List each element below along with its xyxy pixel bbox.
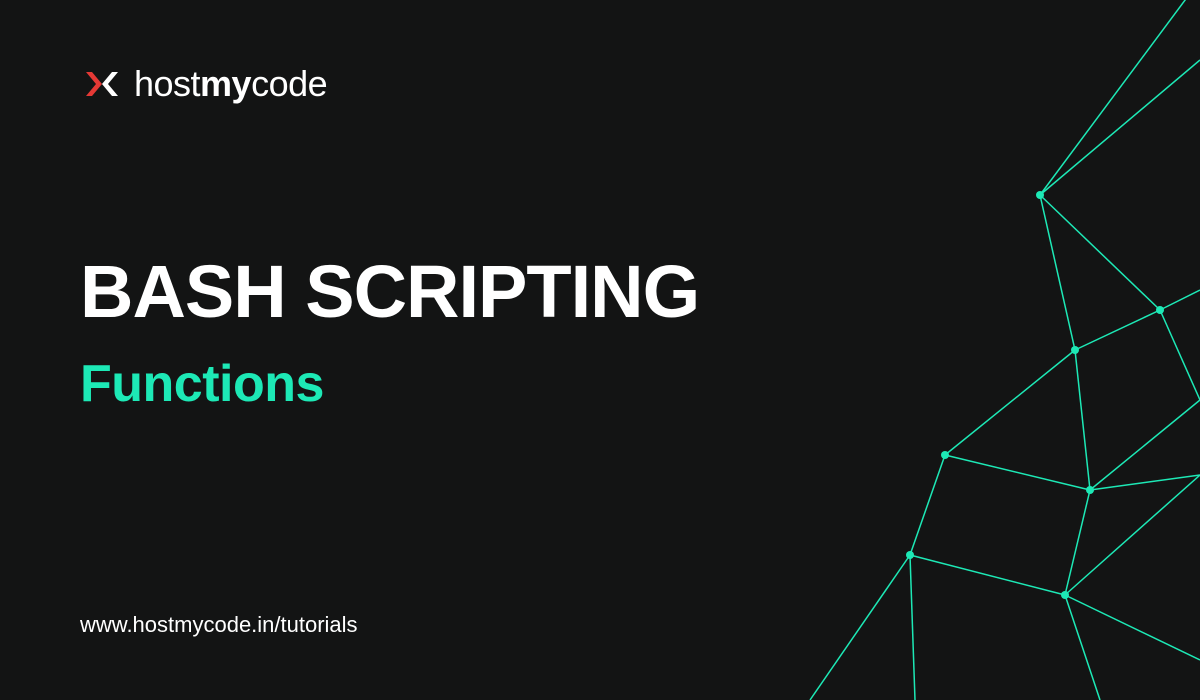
footer-url: www.hostmycode.in/tutorials <box>80 612 358 638</box>
page-subtitle: Functions <box>80 354 699 414</box>
logo-part2: my <box>200 63 251 104</box>
main-content: BASH SCRIPTING Functions <box>80 255 699 414</box>
logo-part1: host <box>134 63 200 104</box>
logo-part3: code <box>251 63 327 104</box>
logo-icon <box>80 62 124 106</box>
logo: hostmycode <box>80 62 327 106</box>
logo-text: hostmycode <box>134 63 327 105</box>
page-title: BASH SCRIPTING <box>80 255 699 329</box>
